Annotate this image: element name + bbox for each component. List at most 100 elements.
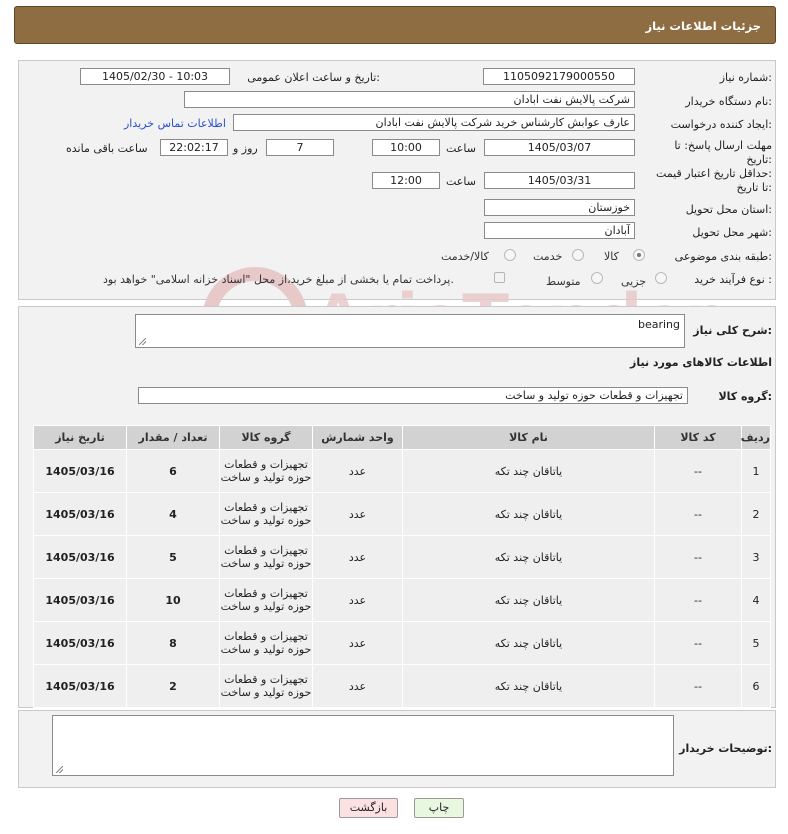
- requester-field[interactable]: عارف عوابش کارشناس خرید شرکت پالایش نفت …: [233, 114, 635, 131]
- announce-datetime-field[interactable]: 1405/02/30 - 10:03: [80, 68, 230, 85]
- quantity: 2: [126, 664, 220, 708]
- remaining-label: ساعت باقی مانده: [66, 142, 148, 155]
- print-button[interactable]: چاپ: [414, 798, 464, 818]
- row-number: 6: [741, 664, 771, 708]
- table-row: 5 -- یاتاقان چند تکه عدد تجهیزات و قطعات…: [33, 621, 771, 665]
- general-desc-text: bearing: [637, 318, 680, 331]
- unit: عدد: [312, 449, 403, 493]
- payment-note: پرداخت تمام یا بخشی از مبلغ خرید،از محل …: [103, 273, 454, 286]
- category-radio-service[interactable]: [572, 249, 584, 261]
- buyer-org-field[interactable]: شرکت پالایش نفت ابادان: [184, 91, 635, 108]
- buyer-notes-textarea[interactable]: [52, 715, 674, 776]
- item-code: --: [654, 492, 742, 536]
- process-label: نوع فرآیند خرید :: [694, 273, 772, 286]
- process-option-minor: جزیی: [621, 275, 647, 288]
- col-header-need-date: تاریخ نیاز: [33, 425, 127, 450]
- item-name: یاتاقان چند تکه: [402, 664, 655, 708]
- reply-days-field[interactable]: 7: [266, 139, 334, 156]
- need-date: 1405/03/16: [33, 578, 127, 622]
- process-option-medium: متوسط: [546, 275, 581, 288]
- quantity: 5: [126, 535, 220, 579]
- price-validity-label-2: تا تاریخ:: [736, 181, 772, 194]
- remaining-time-field[interactable]: 22:02:17: [160, 139, 228, 156]
- need-date: 1405/03/16: [33, 664, 127, 708]
- reply-hour-label: ساعت: [446, 142, 476, 155]
- item-group: تجهیزات و قطعات حوزه تولید و ساخت: [219, 621, 313, 665]
- buyer-org-label: نام دستگاه خریدار:: [685, 95, 772, 108]
- item-name: یاتاقان چند تکه: [402, 492, 655, 536]
- unit: عدد: [312, 578, 403, 622]
- category-radio-goods-service[interactable]: [504, 249, 516, 261]
- unit: عدد: [312, 621, 403, 665]
- reply-time-field[interactable]: 10:00: [372, 139, 440, 156]
- treasury-payment-checkbox[interactable]: [494, 272, 505, 283]
- validity-time-field[interactable]: 12:00: [372, 172, 440, 189]
- col-header-row-number: ردیف: [741, 425, 771, 450]
- price-validity-label: حداقل تاریخ اعتبار قیمت:: [656, 167, 772, 180]
- category-option-goods-service: کالا/خدمت: [441, 250, 489, 263]
- need-date: 1405/03/16: [33, 621, 127, 665]
- col-header-item-name: نام کالا: [402, 425, 655, 450]
- row-number: 3: [741, 535, 771, 579]
- table-header-row: ردیف کد کالا نام کالا واحد شمارش گروه کا…: [33, 425, 771, 450]
- requester-label: ایجاد کننده درخواست:: [670, 118, 772, 131]
- resize-handle[interactable]: [56, 766, 63, 773]
- goods-group-field[interactable]: تجهیزات و قطعات حوزه تولید و ساخت: [138, 387, 688, 404]
- category-option-goods: کالا: [604, 250, 619, 263]
- general-desc-textarea[interactable]: bearing: [135, 314, 685, 348]
- table-row: 1 -- یاتاقان چند تکه عدد تجهیزات و قطعات…: [33, 449, 771, 493]
- process-radio-minor[interactable]: [655, 272, 667, 284]
- province-label: استان محل تحویل:: [685, 203, 772, 216]
- item-code: --: [654, 664, 742, 708]
- item-name: یاتاقان چند تکه: [402, 449, 655, 493]
- buyer-notes-label: توضیحات خریدار:: [679, 742, 772, 755]
- unit: عدد: [312, 664, 403, 708]
- col-header-item-code: کد کالا: [654, 425, 742, 450]
- need-number-field[interactable]: 1105092179000550: [483, 68, 635, 85]
- announce-datetime-label: تاریخ و ساعت اعلان عمومی:: [247, 71, 380, 84]
- row-number: 2: [741, 492, 771, 536]
- table-row: 4 -- یاتاقان چند تکه عدد تجهیزات و قطعات…: [33, 578, 771, 622]
- province-field[interactable]: خوزستان: [484, 199, 635, 216]
- need-number-label: شماره نیاز:: [719, 71, 772, 84]
- resize-handle[interactable]: [139, 338, 146, 345]
- need-date: 1405/03/16: [33, 535, 127, 579]
- item-group: تجهیزات و قطعات حوزه تولید و ساخت: [219, 492, 313, 536]
- buyer-contact-link[interactable]: اطلاعات تماس خریدار: [124, 117, 226, 130]
- reply-date-field[interactable]: 1405/03/07: [484, 139, 635, 156]
- item-name: یاتاقان چند تکه: [402, 621, 655, 665]
- reply-deadline-label-2: تاریخ:: [746, 153, 772, 166]
- category-radio-goods[interactable]: [633, 249, 645, 261]
- need-date: 1405/03/16: [33, 449, 127, 493]
- quantity: 10: [126, 578, 220, 622]
- need-date: 1405/03/16: [33, 492, 127, 536]
- item-group: تجهیزات و قطعات حوزه تولید و ساخت: [219, 535, 313, 579]
- col-header-quantity: تعداد / مقدار: [126, 425, 220, 450]
- process-radio-medium[interactable]: [591, 272, 603, 284]
- city-field[interactable]: آبادان: [484, 222, 635, 239]
- item-group: تجهیزات و قطعات حوزه تولید و ساخت: [219, 449, 313, 493]
- goods-table: ردیف کد کالا نام کالا واحد شمارش گروه کا…: [33, 425, 771, 708]
- row-number: 1: [741, 449, 771, 493]
- page-title: جزئیات اطلاعات نیاز: [645, 19, 761, 33]
- quantity: 4: [126, 492, 220, 536]
- row-number: 5: [741, 621, 771, 665]
- validity-hour-label: ساعت: [446, 175, 476, 188]
- item-name: یاتاقان چند تکه: [402, 578, 655, 622]
- col-header-unit: واحد شمارش: [312, 425, 403, 450]
- reply-deadline-label: مهلت ارسال پاسخ: تا: [674, 139, 772, 152]
- goods-info-title: اطلاعات کالاهای مورد نیاز: [630, 356, 772, 369]
- validity-date-field[interactable]: 1405/03/31: [484, 172, 635, 189]
- item-group: تجهیزات و قطعات حوزه تولید و ساخت: [219, 578, 313, 622]
- general-desc-label: شرح کلی نیاز:: [693, 324, 772, 337]
- unit: عدد: [312, 492, 403, 536]
- quantity: 6: [126, 449, 220, 493]
- table-row: 2 -- یاتاقان چند تکه عدد تجهیزات و قطعات…: [33, 492, 771, 536]
- table-row: 3 -- یاتاقان چند تکه عدد تجهیزات و قطعات…: [33, 535, 771, 579]
- unit: عدد: [312, 535, 403, 579]
- category-label: طبقه بندی موضوعی:: [674, 250, 772, 263]
- item-group: تجهیزات و قطعات حوزه تولید و ساخت: [219, 664, 313, 708]
- item-code: --: [654, 578, 742, 622]
- back-button[interactable]: بازگشت: [339, 798, 398, 818]
- table-row: 6 -- یاتاقان چند تکه عدد تجهیزات و قطعات…: [33, 664, 771, 708]
